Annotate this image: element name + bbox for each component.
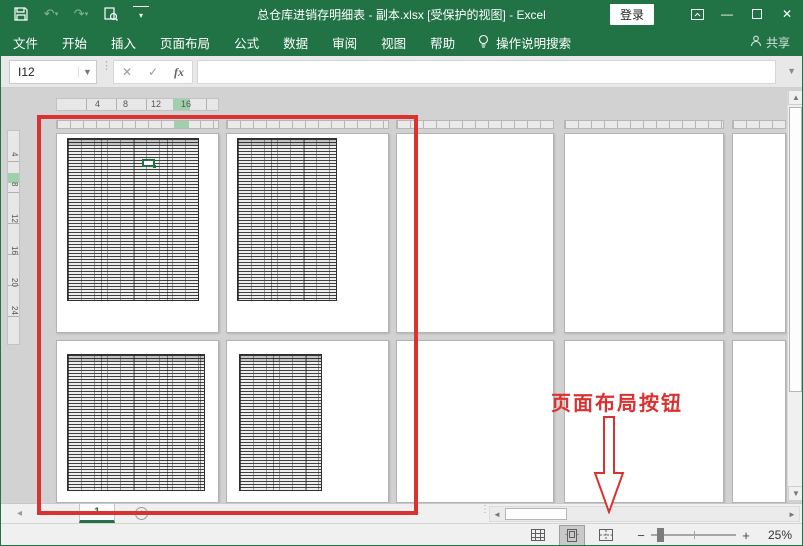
tell-me-search[interactable]: 操作说明搜索 [477,33,571,52]
formula-bar-expand-icon[interactable]: ▼ [787,66,796,76]
page-preview [396,133,554,333]
zoom-in-button[interactable]: + [738,528,754,543]
share-label: 共享 [766,34,790,51]
table-preview [67,354,205,491]
zoom-slider[interactable] [651,528,736,542]
maximize-button[interactable] [742,0,772,28]
page-break-preview-button[interactable] [593,525,619,546]
vertical-scrollbar[interactable]: ▲ ▼ [787,90,803,501]
sheet-tab-active[interactable]: 1 [79,504,115,523]
vertical-ruler: 4 8 12 16 20 24 [7,130,20,345]
excel-window: ↶▾ ↷▾ ▾ 总仓库进销存明细表 - 副本.xlsx [受保护的视图] - E… [0,0,803,546]
page-preview [564,340,724,503]
ruler-tick-label: 24 [10,306,19,317]
tab-review[interactable]: 审阅 [320,28,369,56]
page-column-headers [732,120,786,129]
name-box[interactable]: I12 ▼ [9,60,97,84]
scroll-down-icon[interactable]: ▼ [788,486,803,501]
print-preview-icon[interactable] [103,6,119,22]
tab-formulas[interactable]: 公式 [222,28,271,56]
ruler-tick-label: 20 [10,278,19,289]
horizontal-scrollbar[interactable]: ◄ ► [489,506,800,522]
insert-function-icon[interactable]: fx [174,65,184,80]
page-preview [226,133,389,333]
ribbon-tab-bar: 文件 开始 插入 页面布局 公式 数据 审阅 视图 帮助 操作说明搜索 共享 [1,28,802,56]
ruler-tick-label: 12 [151,99,161,109]
formula-input[interactable] [197,60,776,84]
page-layout-view-button[interactable] [559,525,585,546]
page-column-headers [564,120,724,129]
person-icon [750,35,762,50]
save-icon[interactable] [13,6,29,22]
prev-sheet-icon[interactable]: ◂ [17,508,22,519]
zoom-slider-notch [694,531,695,539]
tab-insert[interactable]: 插入 [99,28,148,56]
table-preview [239,354,322,491]
page-column-headers [56,120,219,129]
ruler-tick-label: 16 [181,99,191,109]
page-preview [732,340,786,503]
minimize-button[interactable]: — [712,0,742,28]
page-column-headers [396,120,554,129]
name-box-value: I12 [10,65,78,79]
horizontal-scrollbar-thumb[interactable] [505,508,567,520]
scroll-up-icon[interactable]: ▲ [788,90,803,105]
undo-icon[interactable]: ↶▾ [43,6,59,22]
annotation-label: 页面布局按钮 [551,387,683,416]
status-bar: − + 25% [1,523,802,546]
formula-bar-grip[interactable]: ⋮ [101,64,112,69]
tab-help[interactable]: 帮助 [418,28,467,56]
ruler-tick-label: 8 [123,99,128,109]
horizontal-ruler: 4 8 12 16 [56,98,219,111]
formula-bar-row: I12 ▼ ⋮ ✕ ✓ fx ▼ [1,56,802,88]
page-preview [564,133,724,333]
sheet-tab-bar: ◂ 1 + ⋮ ◄ ► [1,503,802,523]
formula-buttons: ✕ ✓ fx [113,60,193,84]
quick-access-toolbar: ↶▾ ↷▾ ▾ [1,6,149,22]
tab-file[interactable]: 文件 [1,28,50,56]
tab-page-layout[interactable]: 页面布局 [148,28,222,56]
ruler-tick-label: 8 [10,182,19,193]
close-button[interactable]: ✕ [772,0,802,28]
zoom-slider-thumb[interactable] [657,528,664,542]
worksheet-canvas[interactable]: 4 8 12 16 4 8 12 16 20 24 [1,88,803,503]
scroll-right-icon[interactable]: ► [785,507,799,521]
page-preview [226,340,389,503]
ruler-tick-label: 4 [95,99,100,109]
page-preview [396,340,554,503]
ruler-tick-label: 4 [10,152,19,163]
tab-data[interactable]: 数据 [271,28,320,56]
annotation-arrow-down [590,416,628,514]
redo-icon[interactable]: ↷▾ [73,6,89,22]
zoom-out-button[interactable]: − [633,528,649,543]
ruler-tick-label: 12 [10,214,19,225]
tab-home[interactable]: 开始 [50,28,99,56]
search-label: 操作说明搜索 [496,33,571,52]
selected-cell[interactable] [142,159,155,167]
title-bar: ↶▾ ↷▾ ▾ 总仓库进销存明细表 - 副本.xlsx [受保护的视图] - E… [1,0,802,28]
lightbulb-icon [477,34,490,51]
table-preview [237,138,337,301]
page-preview [56,340,219,503]
page-preview [56,133,219,333]
zoom-level[interactable]: 25% [754,528,792,542]
page-preview [732,133,786,333]
tab-view[interactable]: 视图 [369,28,418,56]
customize-qat-icon[interactable]: ▾ [133,6,149,22]
ribbon-display-options-icon[interactable] [682,0,712,28]
name-box-dropdown-icon[interactable]: ▼ [78,67,96,77]
share-button[interactable]: 共享 [750,34,790,51]
login-button[interactable]: 登录 [610,4,654,25]
table-preview [67,138,199,301]
enter-icon[interactable]: ✓ [148,65,158,79]
page-column-headers [226,120,389,129]
scroll-left-icon[interactable]: ◄ [490,507,504,521]
ruler-tick-label: 16 [10,246,19,257]
vertical-scrollbar-thumb[interactable] [789,107,802,392]
add-sheet-icon[interactable]: + [135,507,148,520]
selected-column-highlight [174,121,189,128]
cancel-icon[interactable]: ✕ [122,65,132,79]
normal-view-button[interactable] [525,525,551,546]
